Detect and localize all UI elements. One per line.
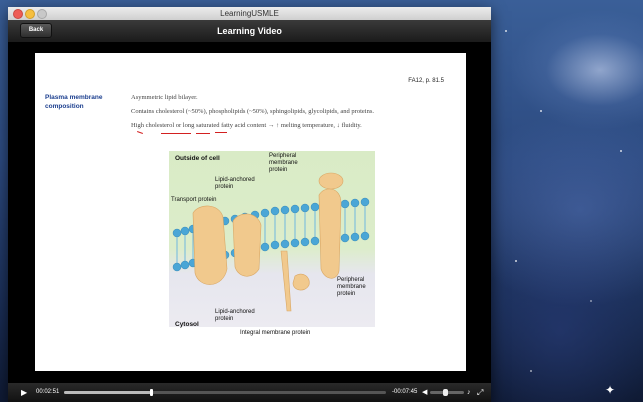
progress-scrubber[interactable]: [149, 389, 153, 396]
section-heading: Plasma membrane composition: [45, 94, 103, 110]
lipid-anchored-top-label: Lipid-anchored protein: [215, 177, 255, 190]
slide-line-3: High cholesterol or long saturated fatty…: [131, 122, 362, 129]
annotation-mark: [161, 133, 191, 134]
annotation-mark: [215, 132, 227, 133]
volume-icon[interactable]: ◀: [422, 383, 427, 402]
lipid-bilayer-illustration: [172, 172, 370, 312]
progress-bar[interactable]: [64, 389, 386, 396]
elapsed-time: 00:02:51: [36, 389, 60, 395]
annotation-mark: [196, 133, 210, 134]
navigation-bar: Back Learning Video: [8, 20, 491, 43]
page-reference: FA12, p. 81.5: [408, 78, 444, 84]
player-controls: ▶ 00:02:51 -00:07:45 ◀ ♪ ⤢: [8, 383, 491, 402]
play-icon[interactable]: ▶: [21, 383, 27, 402]
app-window: LearningUSMLE Back Learning Video FA12, …: [8, 7, 491, 402]
lipid-anchored-bottom-label: Lipid-anchored protein: [215, 309, 255, 322]
integral-protein-label: Integral membrane protein: [240, 330, 311, 336]
annotation-mark: [137, 131, 143, 134]
remaining-time: -00:07:45: [392, 389, 418, 395]
video-frame-slide: FA12, p. 81.5 Plasma membrane compositio…: [35, 53, 466, 371]
cytosol-label: Cytosol: [175, 321, 199, 328]
volume-knob[interactable]: [443, 389, 449, 396]
peripheral-protein-top-label: Peripheral membrane protein: [269, 153, 298, 173]
fullscreen-icon[interactable]: ⤢: [477, 383, 483, 402]
volume-slider[interactable]: [430, 389, 464, 396]
title-bar: LearningUSMLE: [8, 7, 491, 21]
volume-up-icon[interactable]: ♪: [467, 383, 471, 402]
transport-protein-label: Transport protein: [171, 197, 217, 203]
page-title: Learning Video: [217, 26, 282, 36]
peripheral-protein-bottom-label: Peripheral membrane protein: [337, 277, 366, 297]
video-player[interactable]: FA12, p. 81.5 Plasma membrane compositio…: [8, 43, 491, 383]
star-sparkle-icon: ✦: [605, 383, 616, 397]
membrane-diagram: Outside of cell Peripheral membrane prot…: [169, 151, 375, 328]
outside-of-cell-label: Outside of cell: [175, 155, 220, 162]
window-title: LearningUSMLE: [220, 9, 279, 18]
slide-line-2: Contains cholesterol (~50%), phospholipi…: [131, 108, 374, 115]
progress-fill: [64, 391, 151, 394]
slide-line-1: Asymmetric lipid bilayer.: [131, 94, 198, 101]
